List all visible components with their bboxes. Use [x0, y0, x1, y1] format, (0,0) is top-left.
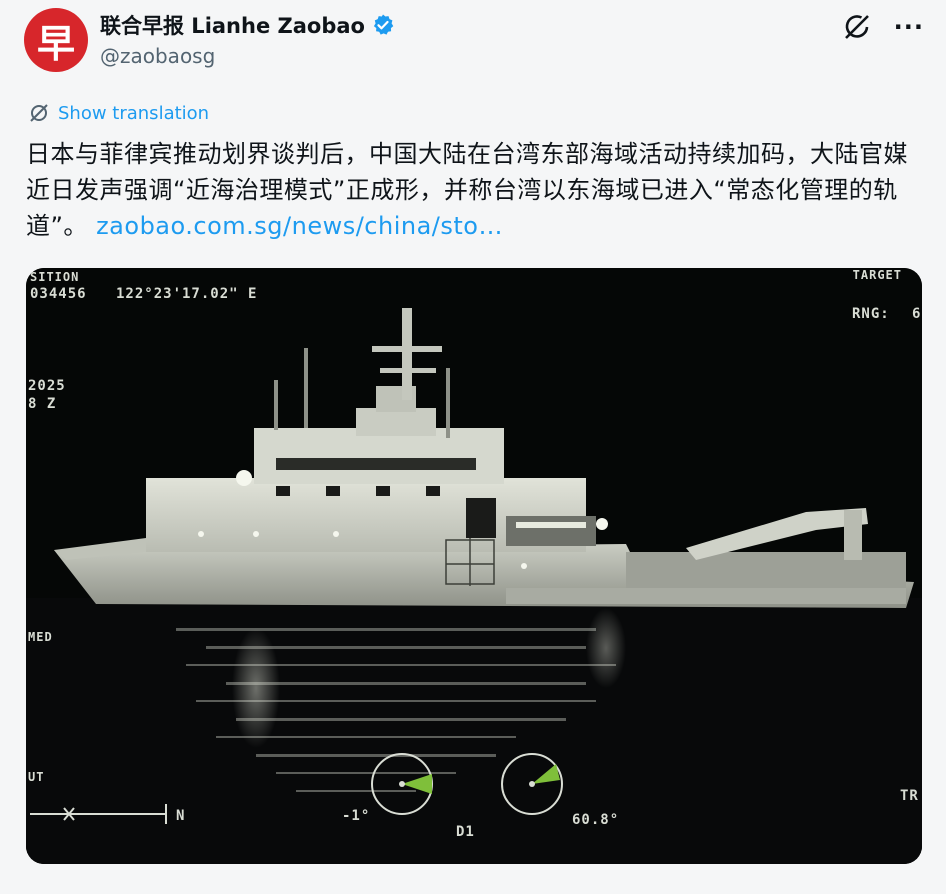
hud-left-label: MED: [28, 630, 53, 644]
hud-d1-label: D1: [456, 824, 475, 840]
tweet-media-image[interactable]: SITION 034456 122°23'17.02" E TARGET RNG…: [26, 268, 922, 864]
account-handle[interactable]: @zaobaosg: [100, 44, 215, 68]
hud-rng-label: RNG:: [852, 306, 890, 322]
hud-position-label: SITION: [30, 270, 80, 284]
display-name[interactable]: 联合早报 Lianhe Zaobao: [100, 10, 365, 40]
more-options-icon[interactable]: ···: [894, 15, 924, 39]
verified-badge-icon: [373, 14, 394, 35]
translate-icon: [30, 104, 48, 122]
avatar[interactable]: 早: [24, 8, 88, 72]
ship-night-photo: [26, 268, 922, 864]
tweet-link[interactable]: zaobao.com.sg/news/china/sto…: [96, 212, 503, 240]
hud-right-label: TR: [900, 788, 919, 804]
tweet-actions: ···: [842, 12, 924, 42]
hud-n-label: N: [176, 808, 186, 824]
hud-heading-value: 60.8°: [572, 812, 620, 828]
hud-zone: 8 Z: [28, 396, 57, 412]
avatar-glyph: 早: [36, 20, 75, 66]
hud-rng-value: 6: [912, 306, 922, 322]
grok-icon[interactable]: [842, 12, 872, 42]
show-translation-label: Show translation: [58, 102, 210, 124]
hud-year: 2025: [28, 378, 66, 394]
hud-target-label: TARGET: [852, 268, 902, 282]
hud-position-value: 034456: [30, 286, 87, 302]
show-translation-link[interactable]: Show translation: [28, 102, 209, 124]
hud-out-label: UT: [28, 770, 45, 784]
hud-tilt-value: -1°: [342, 808, 371, 824]
tweet-text: 日本与菲律宾推动划界谈判后，中国大陆在台湾东部海域活动持续加码，大陆官媒近日发声…: [26, 136, 926, 244]
tweet-card: 早 联合早报 Lianhe Zaobao @zaobaosg ··· Show …: [0, 0, 946, 894]
name-row: 联合早报 Lianhe Zaobao: [100, 10, 395, 40]
hud-longitude: 122°23'17.02" E: [116, 286, 258, 302]
